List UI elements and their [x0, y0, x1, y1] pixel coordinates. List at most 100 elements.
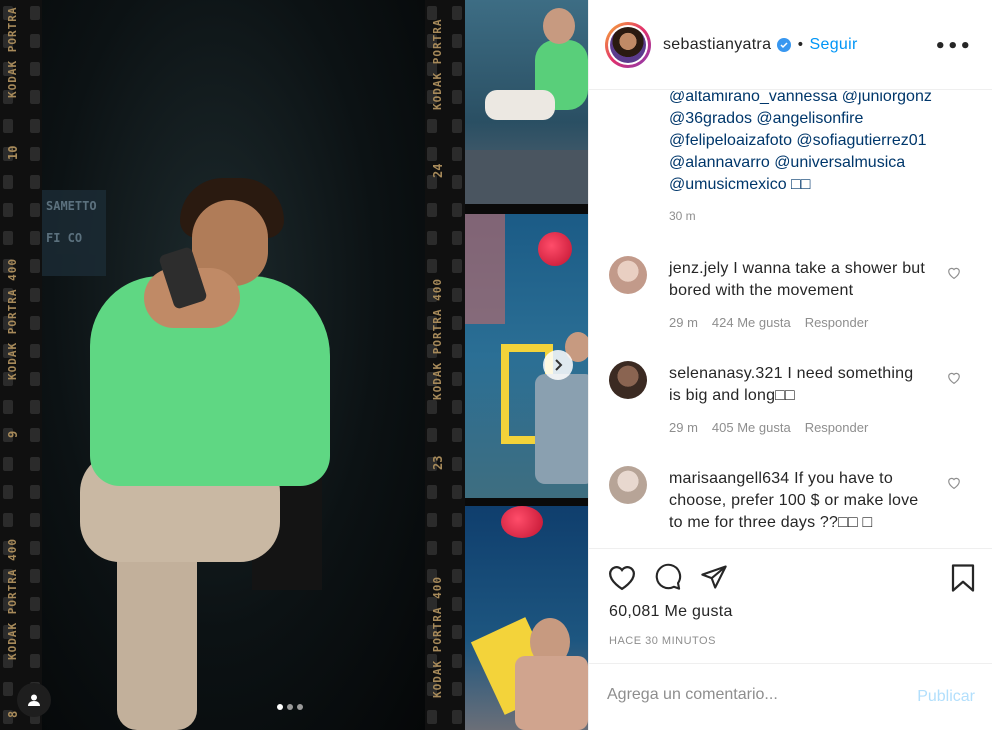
- commenter-username[interactable]: selenanasy.321: [669, 365, 783, 382]
- film-brand-text: KODAK PORTRA 400: [431, 278, 444, 400]
- user-tag-icon[interactable]: [17, 683, 51, 717]
- sprocket-hole: [3, 118, 13, 133]
- sprocket-hole: [3, 681, 13, 696]
- post-header: sebastianyatra • Seguir •••: [589, 0, 992, 90]
- caption-timestamp: 30 m: [669, 209, 696, 223]
- sprocket-hole: [30, 315, 40, 330]
- sprocket-hole: [452, 681, 462, 696]
- sprocket-hole: [3, 231, 13, 246]
- sprocket-hole: [30, 34, 40, 49]
- post-timestamp: HACE 30 MINUTOS: [609, 635, 716, 647]
- commenter-avatar[interactable]: [609, 466, 647, 504]
- comment-icon[interactable]: [653, 563, 683, 595]
- comment-likes[interactable]: 424 Me gusta: [712, 315, 791, 330]
- sprocket-hole: [452, 540, 462, 555]
- sprocket-hole: [30, 400, 40, 415]
- sprocket-hole: [452, 456, 462, 471]
- follow-button[interactable]: Seguir: [810, 36, 858, 54]
- comment-text: marisaangell634 If you have to choose, p…: [669, 468, 929, 534]
- heart-icon[interactable]: [947, 474, 961, 493]
- sprocket-hole: [30, 512, 40, 527]
- sprocket-hole: [30, 540, 40, 555]
- sprocket-hole: [30, 203, 40, 218]
- sprocket-hole: [452, 315, 462, 330]
- sprocket-hole: [3, 484, 13, 499]
- post-media[interactable]: KODAK PORTRA 10 KODAK PORTRA 400 9 KODAK…: [0, 0, 588, 730]
- film-brand-text: KODAK PORTRA: [6, 6, 19, 98]
- post-sidebar: sebastianyatra • Seguir ••• @altamirano_…: [588, 0, 992, 730]
- frame-number: 9: [6, 430, 20, 438]
- sprocket-hole: [452, 231, 462, 246]
- sprocket-hole: [30, 484, 40, 499]
- sprocket-hole: [30, 6, 40, 20]
- mention-line[interactable]: @36grados @angelisonfire: [669, 108, 969, 130]
- more-options-icon[interactable]: •••: [934, 36, 972, 57]
- sprocket-hole: [452, 512, 462, 527]
- commenter-avatar[interactable]: [609, 361, 647, 399]
- sprocket-hole: [30, 62, 40, 77]
- film-brand-text: KODAK PORTRA: [431, 18, 444, 110]
- comments-list[interactable]: @altamirano_vannessa @juniorgonz @36grad…: [589, 91, 992, 548]
- sprocket-hole: [30, 90, 40, 105]
- sprocket-hole: [30, 372, 40, 387]
- frame-number: 10: [6, 145, 20, 160]
- heart-icon[interactable]: [947, 369, 961, 388]
- comment-time: 29 m: [669, 420, 698, 435]
- sprocket-hole: [427, 709, 437, 724]
- bookmark-icon[interactable]: [949, 563, 977, 597]
- sprocket-hole: [30, 569, 40, 584]
- comment-text: selenanasy.321 I need something is big a…: [669, 363, 929, 407]
- sprocket-hole: [452, 428, 462, 443]
- likes-count[interactable]: 60,081 Me gusta: [609, 603, 733, 621]
- sprocket-hole: [427, 540, 437, 555]
- heart-icon[interactable]: [947, 264, 961, 283]
- sprocket-hole: [30, 653, 40, 668]
- commenter-avatar[interactable]: [609, 256, 647, 294]
- carousel-dot: [297, 704, 303, 710]
- mention-line[interactable]: @felipeloaizafoto @sofiagutierrez01: [669, 130, 969, 152]
- commenter-username[interactable]: jenz.jely: [669, 260, 729, 277]
- carousel-dot: [287, 704, 293, 710]
- sprocket-hole: [427, 118, 437, 133]
- sprocket-hole: [452, 709, 462, 724]
- mention-line[interactable]: @alannavarro @universalmusica: [669, 152, 969, 174]
- film-frame: [465, 0, 588, 204]
- comment-meta: 29 m 405 Me gusta Responder: [669, 420, 882, 435]
- mention-line[interactable]: @umusicmexico □□: [669, 174, 969, 196]
- film-brand-text: KODAK PORTRA 400: [6, 258, 19, 380]
- heart-icon[interactable]: [607, 563, 637, 595]
- sprocket-hole: [452, 343, 462, 358]
- frame-number: 23: [431, 455, 445, 470]
- mention-line[interactable]: @altamirano_vannessa @juniorgonz: [669, 91, 969, 108]
- reply-button[interactable]: Responder: [805, 420, 869, 435]
- caption-mentions: @altamirano_vannessa @juniorgonz @36grad…: [669, 91, 969, 196]
- publish-button[interactable]: Publicar: [917, 688, 975, 706]
- comment-time: 29 m: [669, 315, 698, 330]
- sprocket-hole: [452, 62, 462, 77]
- sprocket-hole: [452, 372, 462, 387]
- author-username[interactable]: sebastianyatra: [663, 36, 771, 54]
- reply-button[interactable]: Responder: [805, 315, 869, 330]
- carousel-next-button[interactable]: [543, 350, 573, 380]
- sprocket-hole: [452, 569, 462, 584]
- film-strip-left: KODAK PORTRA 10 KODAK PORTRA 400 9 KODAK…: [0, 0, 42, 730]
- sprocket-hole: [452, 34, 462, 49]
- share-icon[interactable]: [699, 563, 729, 595]
- sprocket-hole: [3, 400, 13, 415]
- sprocket-hole: [30, 231, 40, 246]
- sprocket-hole: [452, 6, 462, 20]
- film-frame: [465, 506, 588, 730]
- sprocket-hole: [30, 343, 40, 358]
- comment-likes[interactable]: 405 Me gusta: [712, 420, 791, 435]
- verified-badge-icon: [777, 37, 792, 52]
- sprocket-holes: [30, 0, 40, 730]
- film-brand-text: KODAK PORTRA 400: [431, 576, 444, 698]
- sprocket-hole: [452, 484, 462, 499]
- sprocket-hole: [30, 287, 40, 302]
- author-avatar[interactable]: [605, 21, 651, 68]
- sprocket-hole: [452, 90, 462, 105]
- commenter-username[interactable]: marisaangell634: [669, 470, 789, 487]
- comment-input[interactable]: [607, 686, 887, 704]
- sprocket-hole: [30, 146, 40, 161]
- chevron-right-icon: [555, 359, 563, 371]
